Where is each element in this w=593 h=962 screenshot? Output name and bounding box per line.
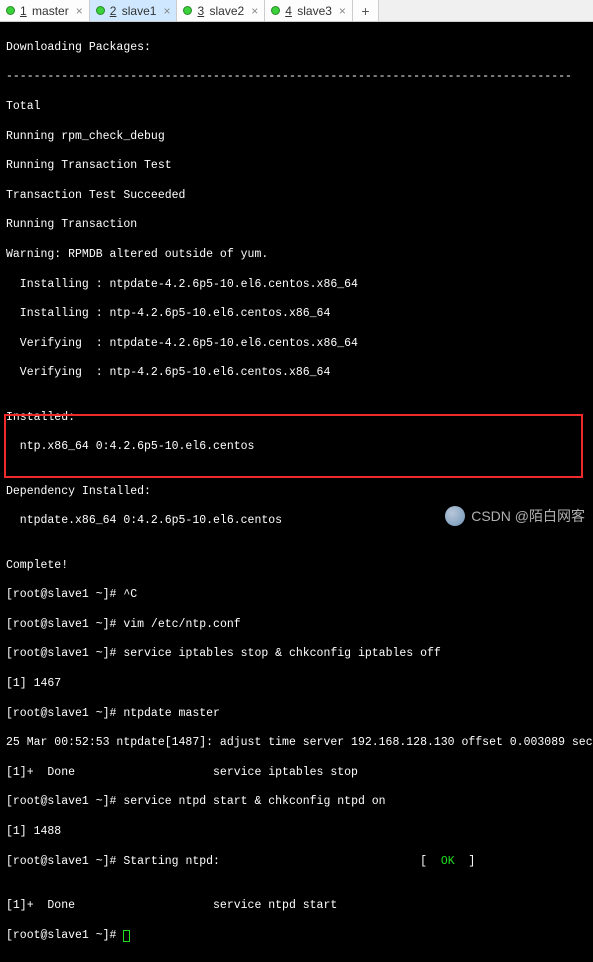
watermark: CSDN @陌白网客 <box>445 506 585 526</box>
output-line: Downloading Packages: <box>6 41 587 56</box>
prompt-line: [root@slave1 ~]# service ntpd start & ch… <box>6 795 587 810</box>
output-line: [1] 1467 <box>6 677 587 692</box>
avatar-icon <box>445 506 465 526</box>
output-line: 25 Mar 00:52:53 ntpdate[1487]: adjust ti… <box>6 736 587 751</box>
terminal-output[interactable]: Downloading Packages: ------------------… <box>0 22 593 962</box>
status-dot-icon <box>96 6 105 15</box>
prompt-line: [root@slave1 ~]# <box>6 929 587 944</box>
output-line: Transaction Test Succeeded <box>6 189 587 204</box>
output-line: Running Transaction <box>6 218 587 233</box>
tab-label: 2 slave1 <box>110 4 157 18</box>
tab-label: 1 master <box>20 4 69 18</box>
prompt-line: [root@slave1 ~]# vim /etc/ntp.conf <box>6 618 587 633</box>
output-line: Installed: <box>6 411 587 426</box>
ok-status: OK <box>441 855 455 868</box>
tab-slave1[interactable]: 2 slave1 × <box>90 0 178 21</box>
output-line: Running rpm_check_debug <box>6 130 587 145</box>
prompt-line: [root@slave1 ~]# ^C <box>6 588 587 603</box>
prompt-line: [root@slave1 ~]# service iptables stop &… <box>6 647 587 662</box>
output-line: Verifying : ntp-4.2.6p5-10.el6.centos.x8… <box>6 366 587 381</box>
output-line: Dependency Installed: <box>6 485 587 500</box>
status-dot-icon <box>183 6 192 15</box>
close-icon[interactable]: × <box>339 4 346 18</box>
output-line: [1] 1488 <box>6 825 587 840</box>
output-line: Running Transaction Test <box>6 159 587 174</box>
watermark-text: CSDN @陌白网客 <box>471 506 585 526</box>
output-line: Complete! <box>6 559 587 574</box>
output-line: [1]+ Done service ntpd start <box>6 899 587 914</box>
tab-bar: 1 master × 2 slave1 × 3 slave2 × 4 slave… <box>0 0 593 22</box>
add-tab-button[interactable]: + <box>353 0 379 21</box>
output-line: Installing : ntpdate-4.2.6p5-10.el6.cent… <box>6 278 587 293</box>
tab-master[interactable]: 1 master × <box>0 0 90 21</box>
status-dot-icon <box>6 6 15 15</box>
close-icon[interactable]: × <box>251 4 258 18</box>
tab-label: 3 slave2 <box>197 4 244 18</box>
cursor-icon <box>123 930 130 942</box>
tab-slave3[interactable]: 4 slave3 × <box>265 0 353 21</box>
output-line: [root@slave1 ~]# Starting ntpd: [ OK ] <box>6 855 587 870</box>
prompt-line: [root@slave1 ~]# ntpdate master <box>6 707 587 722</box>
output-line: Installing : ntp-4.2.6p5-10.el6.centos.x… <box>6 307 587 322</box>
status-dot-icon <box>271 6 280 15</box>
output-line: ntp.x86_64 0:4.2.6p5-10.el6.centos <box>6 440 587 455</box>
close-icon[interactable]: × <box>163 4 170 18</box>
close-icon[interactable]: × <box>76 4 83 18</box>
output-line: ----------------------------------------… <box>6 70 587 85</box>
output-line: Warning: RPMDB altered outside of yum. <box>6 248 587 263</box>
output-line: Total <box>6 100 587 115</box>
output-line: Verifying : ntpdate-4.2.6p5-10.el6.cento… <box>6 337 587 352</box>
output-line: [1]+ Done service iptables stop <box>6 766 587 781</box>
tab-label: 4 slave3 <box>285 4 332 18</box>
tab-slave2[interactable]: 3 slave2 × <box>177 0 265 21</box>
